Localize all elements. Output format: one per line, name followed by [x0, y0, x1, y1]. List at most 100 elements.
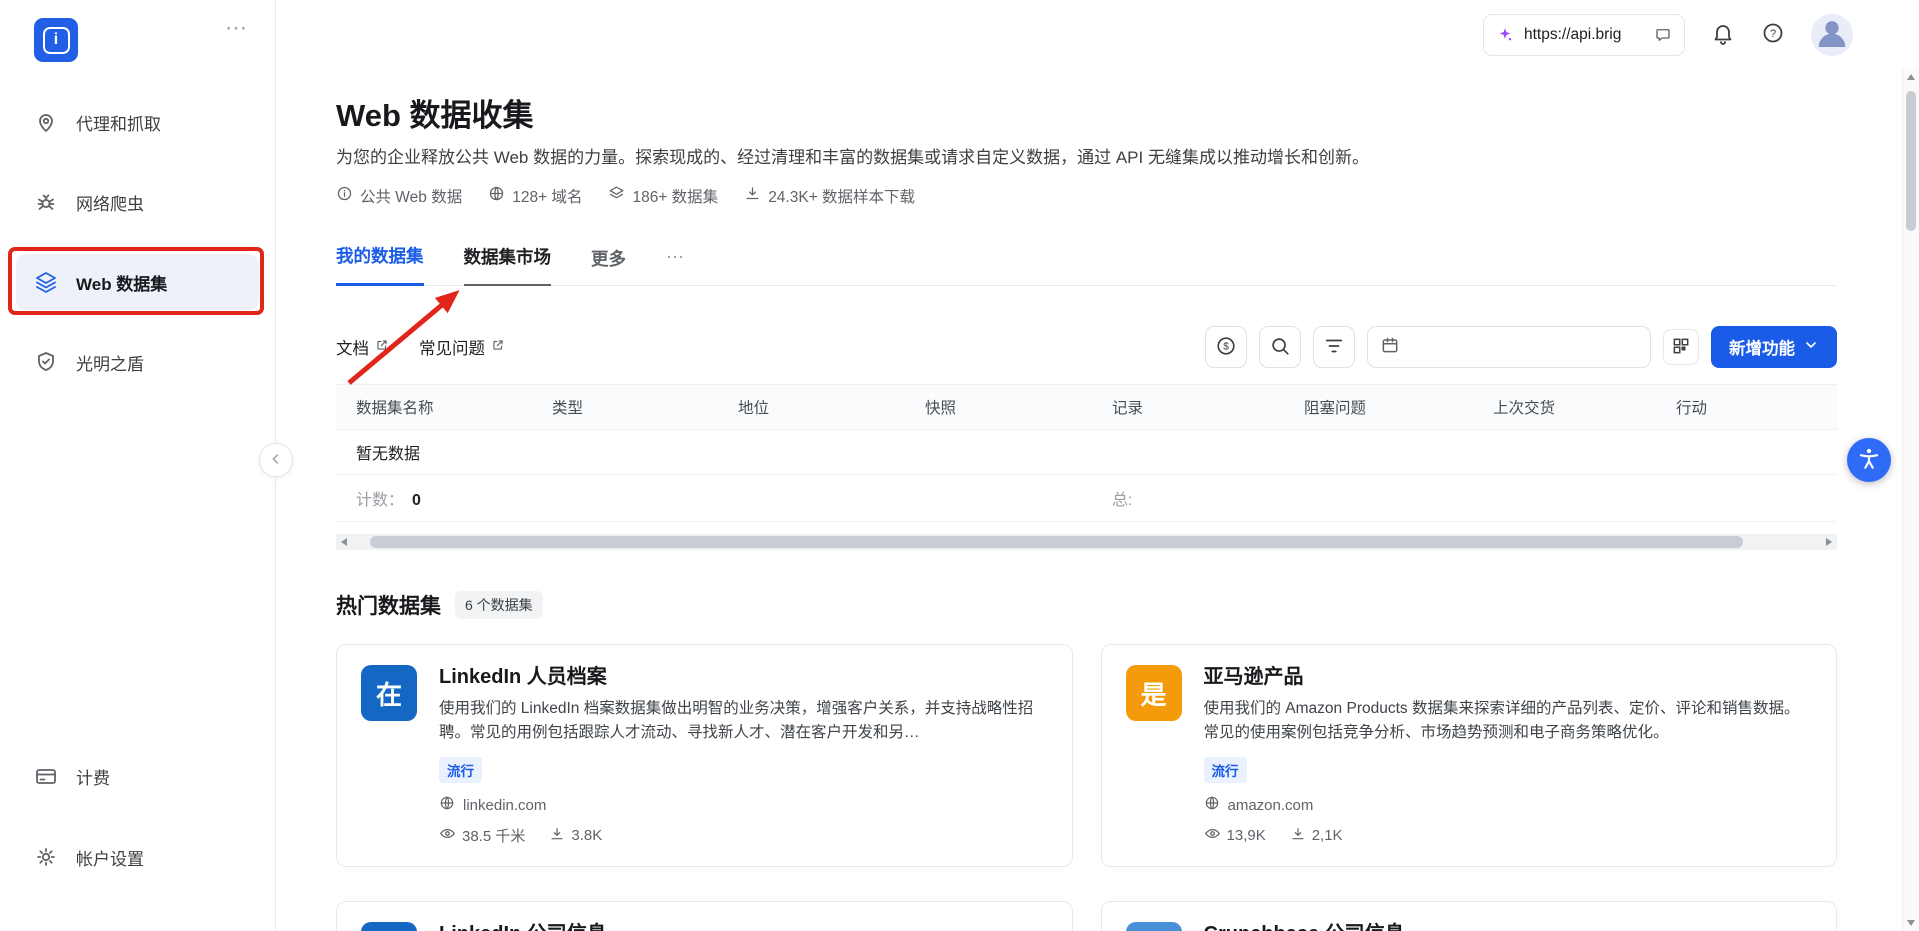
shield-icon	[34, 350, 58, 374]
search-button[interactable]	[1259, 326, 1301, 368]
dataset-card-title: 亚马逊产品	[1204, 665, 1813, 689]
filter-icon	[1323, 335, 1345, 360]
eye-icon	[1204, 825, 1221, 846]
horizontal-scroll-thumb[interactable]	[370, 536, 1743, 548]
column-header: 行动	[1676, 396, 1837, 418]
scroll-left-arrow[interactable]	[336, 534, 352, 550]
eye-icon	[439, 825, 456, 846]
sidebar-item-label: 光明之盾	[76, 350, 144, 375]
help-button[interactable]: ?	[1761, 21, 1785, 48]
scroll-right-arrow[interactable]	[1821, 534, 1837, 550]
docs-link[interactable]: 文档	[336, 335, 389, 359]
popular-tag: 流行	[1204, 757, 1247, 783]
brand-logo-letter: i	[43, 27, 70, 54]
billing-card-icon	[34, 764, 58, 788]
tab-my-datasets[interactable]: 我的数据集	[336, 243, 424, 286]
popular-tag: 流行	[439, 757, 482, 783]
chevron-down-icon	[1803, 337, 1819, 358]
api-url-text: https://api.brig	[1524, 26, 1644, 44]
sidebar-collapse-button[interactable]	[259, 443, 293, 477]
tabs: 我的数据集 数据集市场 更多 ⋯	[336, 243, 1837, 286]
stat-sample-downloads: 24.3K+ 数据样本下载	[744, 185, 915, 207]
gear-icon	[34, 845, 58, 869]
feedback-bubble-icon[interactable]	[1654, 26, 1672, 44]
external-link-icon	[375, 338, 389, 357]
crawler-icon	[34, 190, 58, 214]
pricing-button[interactable]: $	[1205, 326, 1247, 368]
column-header: 上次交货	[1493, 396, 1676, 418]
dataset-card-linkedin-profiles[interactable]: 在 LinkedIn 人员档案 使用我们的 LinkedIn 档案数据集做出明智…	[336, 644, 1073, 867]
stat-datasets: 186+ 数据集	[608, 185, 718, 207]
search-icon	[1269, 335, 1291, 360]
sidebar-item-label: 计费	[76, 764, 110, 789]
column-header: 阻塞问题	[1304, 396, 1493, 418]
layers-icon	[608, 185, 625, 207]
column-header: 记录	[1112, 396, 1304, 418]
bell-icon	[1711, 21, 1735, 48]
horizontal-scroll-track[interactable]	[352, 534, 1821, 550]
globe-icon	[439, 795, 455, 815]
column-header: 数据集名称	[336, 396, 552, 418]
views-stat: 38.5 千米	[439, 825, 525, 846]
grid-icon	[1671, 336, 1691, 359]
sidebar-item-account-settings[interactable]: 帐户设置	[16, 829, 259, 885]
view-toggle-button[interactable]	[1663, 329, 1699, 365]
sparkle-icon	[1496, 26, 1514, 44]
sidebar-item-proxies[interactable]: 代理和抓取	[16, 94, 259, 150]
download-icon	[549, 826, 565, 846]
column-header: 快照	[925, 396, 1112, 418]
globe-icon	[488, 185, 505, 207]
scroll-down-arrow[interactable]	[1903, 915, 1919, 931]
dataset-icon: 在	[361, 922, 417, 931]
dataset-domain: linkedin.com	[439, 795, 1048, 815]
download-icon	[1290, 826, 1306, 846]
toolbar: 文档 常见问题 $	[336, 326, 1837, 368]
svg-text:?: ?	[1770, 28, 1776, 40]
downloads-stat: 3.8K	[549, 825, 602, 846]
faq-link[interactable]: 常见问题	[419, 335, 505, 359]
globe-icon	[1204, 795, 1220, 815]
row-count: 计数：0	[336, 486, 552, 510]
api-url-pill[interactable]: https://api.brig	[1483, 14, 1685, 56]
sidebar-item-web-datasets[interactable]: Web 数据集	[16, 254, 259, 310]
dataset-stats: 13,9K 2,1K	[1204, 825, 1813, 846]
notifications-button[interactable]	[1711, 21, 1735, 48]
scroll-up-arrow[interactable]	[1903, 69, 1919, 85]
stat-domains: 128+ 域名	[488, 185, 582, 207]
datasets-count-badge: 6 个数据集	[455, 591, 543, 619]
datasets-layers-icon	[34, 270, 58, 294]
dataset-card-crunchbase-companies[interactable]: cb Crunchbase 公司信息	[1101, 901, 1838, 931]
tabs-overflow-icon[interactable]: ⋯	[666, 247, 686, 285]
sidebar-item-billing[interactable]: 计费	[16, 748, 259, 804]
sidebar-item-bright-shield[interactable]: 光明之盾	[16, 334, 259, 390]
dataset-card-title: LinkedIn 人员档案	[439, 665, 1048, 689]
avatar[interactable]	[1811, 14, 1853, 56]
datasets-table: 数据集名称 类型 地位 快照 记录 阻塞问题 上次交货 行动 暂无数据 计数：0…	[336, 384, 1837, 550]
brand-logo[interactable]: i	[34, 18, 78, 62]
date-range-input[interactable]	[1367, 326, 1651, 368]
accessibility-button[interactable]	[1847, 438, 1891, 482]
info-icon	[336, 185, 353, 207]
dataset-card-linkedin-companies[interactable]: 在 LinkedIn 公司信息	[336, 901, 1073, 931]
sidebar-item-label: 帐户设置	[76, 845, 144, 870]
external-link-icon	[491, 338, 505, 357]
column-header: 类型	[552, 396, 738, 418]
vertical-scroll-thumb[interactable]	[1906, 91, 1916, 231]
calendar-icon	[1380, 335, 1400, 360]
dataset-stats: 38.5 千米 3.8K	[439, 825, 1048, 846]
dataset-card-amazon-products[interactable]: 是 亚马逊产品 使用我们的 Amazon Products 数据集来探索详细的产…	[1101, 644, 1838, 867]
filter-button[interactable]	[1313, 326, 1355, 368]
dataset-domain: amazon.com	[1204, 795, 1813, 815]
new-feature-button[interactable]: 新增功能	[1711, 326, 1837, 368]
page-title: Web 数据收集	[336, 97, 1837, 135]
dollar-circle-icon: $	[1215, 335, 1237, 360]
downloads-stat: 2,1K	[1290, 825, 1343, 846]
tab-dataset-marketplace[interactable]: 数据集市场	[464, 244, 552, 286]
download-icon	[744, 185, 761, 207]
tab-more[interactable]: 更多	[591, 246, 626, 286]
sidebar-more-icon[interactable]: ⋯	[225, 18, 249, 38]
vertical-scrollbar[interactable]	[1902, 69, 1919, 931]
horizontal-scrollbar[interactable]	[336, 534, 1837, 550]
sidebar-item-web-crawler[interactable]: 网络爬虫	[16, 174, 259, 230]
table-empty-state: 暂无数据	[336, 430, 1837, 475]
